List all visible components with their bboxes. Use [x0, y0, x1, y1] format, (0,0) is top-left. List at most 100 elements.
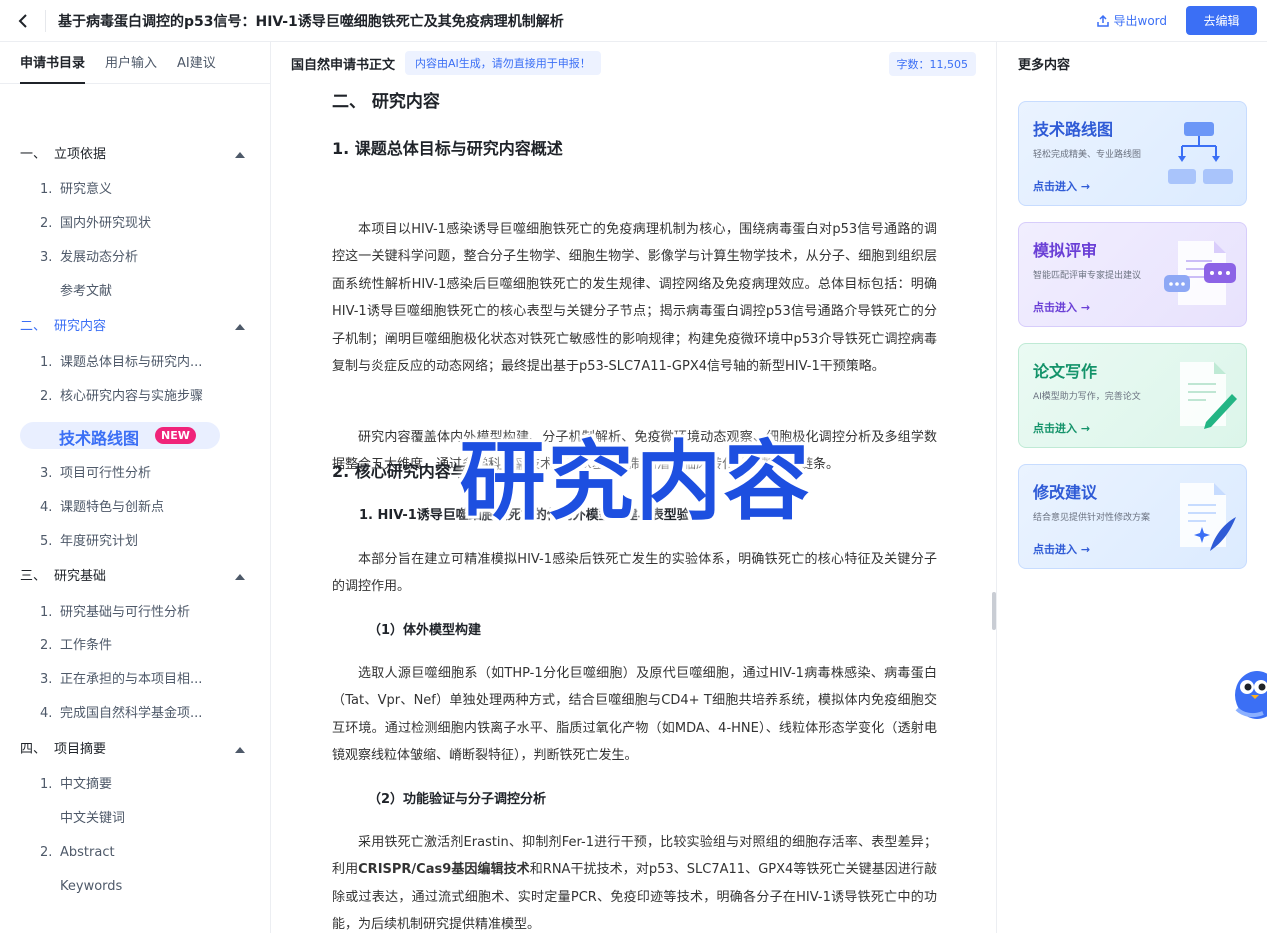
toc-item-overall-goal[interactable]: 1. 课题总体目标与研究内... [0, 353, 271, 373]
toc-item-number: 2. [40, 389, 53, 404]
document-header: 国自然申请书正文 内容由AI生成，请勿直接用于申报！ 字数：11,505 [271, 42, 996, 84]
toc-item-completed-projects[interactable]: 4. 完成国自然科学基金项... [0, 704, 271, 724]
toc-item-label: 项目可行性分析 [60, 466, 152, 481]
chevron-up-icon[interactable] [235, 324, 245, 330]
toc-item-label: 中文关键词 [60, 811, 126, 826]
toc-section-2[interactable]: 二、 研究内容 [0, 317, 271, 337]
ai-warning-badge: 内容由AI生成，请勿直接用于申报！ [405, 51, 601, 75]
toc-item-number: 2. [40, 216, 53, 231]
word-count-badge: 字数：11,505 [888, 52, 976, 76]
toc-section-number: 二、 [20, 319, 47, 334]
export-word-label: 导出word [1113, 14, 1168, 28]
toc-item-label: 课题特色与创新点 [60, 500, 165, 515]
chevron-up-icon[interactable] [235, 152, 245, 158]
document-title: 基于病毒蛋白调控的p53信号：HIV-1诱导巨噬细胞铁死亡及其免疫病理机制解析 [58, 13, 564, 30]
feather-pen-icon [1180, 483, 1236, 551]
paragraph: 选取人源巨噬细胞系（如THP-1分化巨噬细胞）及原代巨噬细胞，通过HIV-1病毒… [332, 666, 937, 764]
subsection-heading: 1. 课题总体目标与研究内容概述 [332, 139, 563, 158]
toc-item-number: 2. [40, 638, 53, 653]
card-subtitle: 结合意见提供针对性修改方案 [1033, 513, 1151, 523]
card-mock-review[interactable]: 模拟评审 智能匹配评审专家提出建议 点击进入 → [1018, 222, 1247, 327]
toc-item-number: 3. [40, 466, 53, 481]
toc-item-core-content[interactable]: 2. 核心研究内容与实施步骤 [0, 387, 271, 407]
review-chat-icon [1164, 241, 1236, 305]
toc-item-label: 中文摘要 [60, 777, 113, 792]
document-panel-title: 国自然申请书正文 [291, 57, 396, 73]
chevron-up-icon[interactable] [235, 574, 245, 580]
toc-item-label: Abstract [60, 845, 115, 860]
paragraph: 本项目以HIV-1感染诱导巨噬细胞铁死亡的免疫病理机制为核心，围绕病毒蛋白对p5… [332, 222, 937, 375]
toc-item-work-conditions[interactable]: 2. 工作条件 [0, 636, 271, 656]
toc-section-1[interactable]: 一、 立项依据 [0, 145, 271, 165]
toc-item-research-significance[interactable]: 1. 研究意义 [0, 180, 271, 200]
card-title: 模拟评审 [1033, 241, 1098, 260]
card-enter-link[interactable]: 点击进入 → [1033, 541, 1090, 557]
toc-item-annual-plan[interactable]: 5. 年度研究计划 [0, 532, 271, 552]
left-tabs: 申请书目录 用户输入 AI建议 [0, 42, 270, 84]
tab-ai-suggestions[interactable]: AI建议 [177, 52, 216, 83]
edit-button[interactable]: 去编辑 [1186, 6, 1257, 35]
toc-section-number: 四、 [20, 742, 47, 757]
toc-item-label: 年度研究计划 [60, 534, 139, 549]
toc-item-feasibility[interactable]: 3. 项目可行性分析 [0, 464, 271, 484]
toc-item-number: 2. [40, 845, 53, 860]
item-heading: （2）功能验证与分子调控分析 [368, 792, 547, 807]
toc-item-ongoing-projects[interactable]: 3. 正在承担的与本项目相... [0, 670, 271, 690]
toc-item-label: Keywords [60, 879, 123, 894]
paragraph-bold-text: CRISPR/Cas9基因编辑技术 [358, 862, 530, 878]
toc-item-label: 核心研究内容与实施步骤 [60, 389, 204, 404]
card-enter-link[interactable]: 点击进入 → [1033, 178, 1090, 194]
toc-item-label: 完成国自然科学基金项... [60, 706, 203, 721]
card-enter-link[interactable]: 点击进入 → [1033, 299, 1090, 315]
toc-item-label: 课题总体目标与研究内... [60, 355, 203, 370]
card-title: 论文写作 [1033, 362, 1098, 381]
card-revision-suggestions[interactable]: 修改建议 结合意见提供针对性修改方案 点击进入 → [1018, 464, 1247, 569]
toc-item-technical-roadmap[interactable]: 技术路线图 NEW [20, 422, 220, 449]
toc-item-number: 4. [40, 500, 53, 515]
card-subtitle: AI模型助力写作，完善论文 [1033, 392, 1141, 402]
toc-item-label: 国内外研究现状 [60, 216, 152, 231]
writing-pen-icon [1180, 362, 1237, 429]
overlay-title: 研究内容 [459, 432, 812, 532]
toc-item-number: 5. [40, 534, 53, 549]
tab-user-input[interactable]: 用户输入 [105, 52, 157, 83]
toc-item-innovation[interactable]: 4. 课题特色与创新点 [0, 498, 271, 518]
toc-item-label: 研究基础与可行性分析 [60, 605, 191, 620]
tab-toc[interactable]: 申请书目录 [20, 52, 86, 84]
card-paper-writing[interactable]: 论文写作 AI模型助力写作，完善论文 点击进入 → [1018, 343, 1247, 448]
export-word-button[interactable]: 导出word [1096, 12, 1168, 29]
card-title: 技术路线图 [1033, 120, 1114, 139]
toc-section-label: 研究基础 [54, 569, 107, 584]
toc-item-abstract[interactable]: 2. Abstract [0, 843, 271, 863]
toc-item-label: 研究意义 [60, 182, 113, 197]
toc-item-chinese-keywords[interactable]: 中文关键词 [0, 809, 271, 829]
card-technical-roadmap[interactable]: 技术路线图 轻松完成精美、专业路线图 点击进入 → [1018, 101, 1247, 206]
toc-item-label: 正在承担的与本项目相... [60, 672, 203, 687]
flowchart-icon [1168, 122, 1233, 184]
paragraph: 采用铁死亡激活剂Erastin、抑制剂Fer-1进行干预，比较实验组与对照组的细… [332, 829, 937, 933]
back-button[interactable] [0, 9, 46, 32]
right-panel: 更多内容 技术路线图 轻松完成精美、专业路线图 点击进入 → 模拟评审 智能匹配… [996, 42, 1267, 933]
left-panel: 申请书目录 用户输入 AI建议 一、 立项依据 1. 研究意义 2. 国内外研究… [0, 42, 271, 933]
toc-item-number: 1. [40, 605, 53, 620]
toc-item-trend-analysis[interactable]: 3. 发展动态分析 [0, 248, 271, 268]
toc-item-chinese-abstract[interactable]: 1. 中文摘要 [0, 775, 271, 795]
chevron-up-icon[interactable] [235, 747, 245, 753]
toc-section-label: 项目摘要 [54, 742, 107, 757]
assistant-mascot-icon[interactable] [1233, 665, 1267, 720]
toc-section-3[interactable]: 三、 研究基础 [0, 567, 271, 587]
toc-section-4[interactable]: 四、 项目摘要 [0, 740, 271, 760]
toc-item-label: 参考文献 [60, 284, 113, 299]
chevron-left-icon [18, 13, 27, 28]
toc-section-label: 研究内容 [54, 319, 107, 334]
toc-item-research-status[interactable]: 2. 国内外研究现状 [0, 214, 271, 234]
toc-item-label: 发展动态分析 [60, 250, 139, 265]
card-enter-link[interactable]: 点击进入 → [1033, 420, 1090, 436]
toc-item-references[interactable]: 参考文献 [0, 282, 271, 302]
card-subtitle: 智能匹配评审专家提出建议 [1033, 271, 1142, 281]
toc-item-research-basis[interactable]: 1. 研究基础与可行性分析 [0, 603, 271, 623]
card-title: 修改建议 [1033, 483, 1098, 502]
toc-item-keywords[interactable]: Keywords [0, 877, 271, 897]
toc-section-number: 一、 [20, 147, 47, 162]
toc-section-label: 立项依据 [54, 147, 107, 162]
